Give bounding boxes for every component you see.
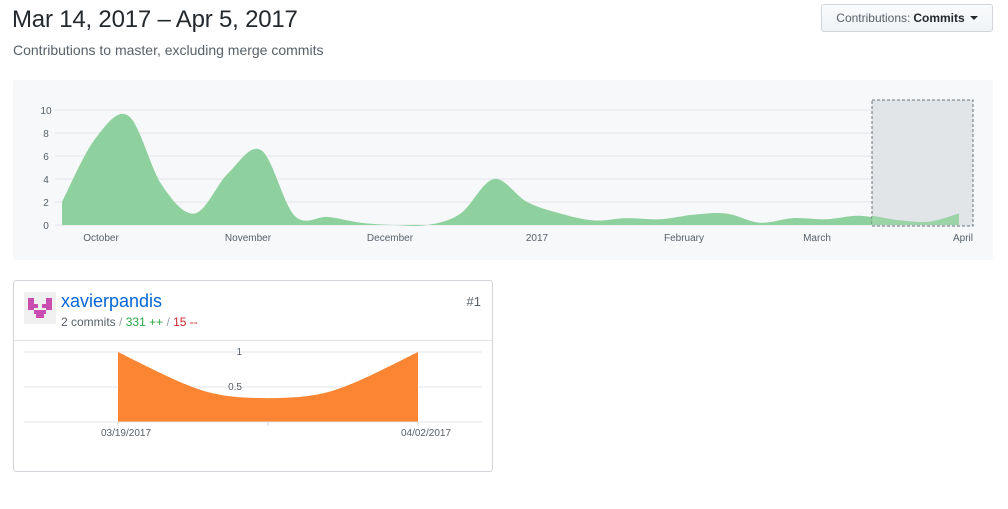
x-tick-label: October: [83, 233, 119, 244]
contributor-rank: #1: [466, 294, 481, 309]
additions-count: 331 ++: [125, 315, 164, 329]
dropdown-selected-value: Commits: [913, 11, 965, 25]
contributor-card-header: xavierpandis 2 commits / 331 ++ / 15 -- …: [14, 281, 492, 341]
contributor-username-link[interactable]: xavierpandis: [61, 291, 162, 312]
avatar[interactable]: [24, 292, 56, 324]
x-tick-label: 2017: [526, 233, 549, 244]
caret-down-icon: [969, 16, 978, 20]
contributor-commits-graph: 0.5 1 03/19/2017 04/02/2017: [24, 347, 482, 439]
commits-count-link[interactable]: 2 commits: [61, 315, 116, 329]
x-tick-label: February: [664, 233, 704, 244]
commits-area-series: [62, 113, 959, 226]
y-tick-label: 4: [43, 175, 49, 186]
deletions-count: 15 --: [173, 315, 198, 329]
x-tick-label: March: [803, 233, 831, 244]
dropdown-label: Contributions:: [836, 11, 911, 25]
x-tick-label: 03/19/2017: [101, 428, 151, 439]
y-tick-label: 2: [43, 198, 49, 209]
contributions-type-dropdown[interactable]: Contributions: Commits: [821, 4, 993, 32]
x-tick-label: December: [367, 233, 414, 244]
y-tick-label: 1: [236, 347, 242, 358]
y-tick-label: 6: [43, 152, 49, 163]
x-tick-label: November: [225, 233, 272, 244]
stats-separator: /: [119, 315, 123, 329]
x-tick-label: April: [953, 233, 973, 244]
contributor-card: xavierpandis 2 commits / 331 ++ / 15 -- …: [13, 280, 493, 472]
date-range-title: Mar 14, 2017 – Apr 5, 2017: [12, 6, 298, 33]
y-tick-label: 0.5: [228, 382, 242, 393]
x-tick-label: 04/02/2017: [401, 428, 451, 439]
y-tick-label: 10: [40, 106, 52, 117]
contributor-stats: 2 commits / 331 ++ / 15 --: [61, 315, 198, 329]
contributions-overview-graph[interactable]: 0 2 4 6 8 10 October November December 2017 Februa…: [13, 80, 993, 260]
contributions-overview-svg[interactable]: 0 2 4 6 8 10 October November December 2017 Februa…: [13, 80, 993, 260]
page-subtitle: Contributions to master, excluding merge…: [13, 42, 324, 58]
stats-separator: /: [166, 315, 170, 329]
y-tick-label: 0: [43, 221, 49, 232]
date-range-selection-brush[interactable]: [871, 99, 974, 227]
y-tick-label: 8: [43, 129, 49, 140]
